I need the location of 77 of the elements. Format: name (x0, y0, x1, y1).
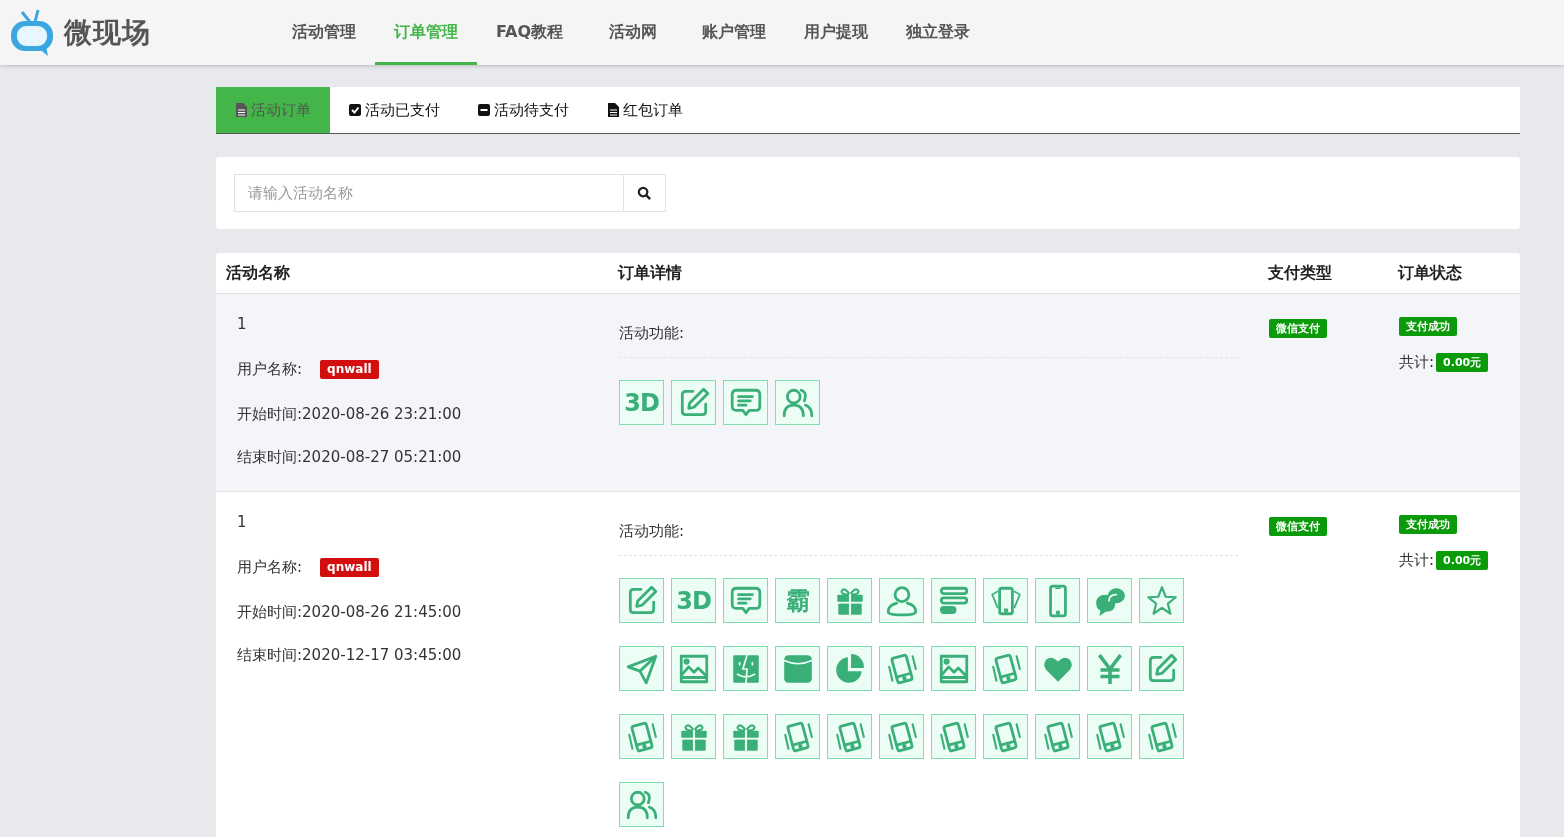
tilted-phone-icon (983, 714, 1028, 759)
tilted-phone-icon (827, 714, 872, 759)
order-id: 1 (237, 316, 248, 332)
search-button[interactable] (624, 174, 666, 212)
tilted-phone-icon (619, 714, 664, 759)
start-time: 开始时间:2020-08-26 21:45:00 (237, 604, 463, 620)
nav-tab[interactable]: 独立登录 (887, 3, 990, 65)
face-icon (723, 646, 768, 691)
phone-icon (1035, 578, 1080, 623)
edit-icon (671, 380, 716, 425)
file-icon (235, 103, 247, 117)
user-icon (879, 578, 924, 623)
column-header: 订单状态 (1396, 262, 1463, 284)
tilted-phone-icon (1087, 714, 1132, 759)
user-label: 用户名称: (237, 361, 303, 377)
yen-icon (1087, 646, 1132, 691)
total-amount: 0.00元 (1436, 551, 1489, 570)
search-icon (637, 185, 652, 201)
user-badge: qnwall (320, 359, 379, 379)
user-badge: qnwall (320, 557, 379, 577)
order-tab[interactable]: 活动已支付 (330, 87, 459, 133)
tilted-phone-icon (931, 714, 976, 759)
search-field[interactable]: 请输入活动名称 (234, 174, 624, 212)
status-badge: 支付成功 (1399, 515, 1457, 534)
logo-text: 微现场 (64, 14, 151, 51)
order-tab[interactable]: 红包订单 (588, 87, 702, 133)
status-badge: 支付成功 (1399, 317, 1457, 336)
column-header: 活动名称 (225, 262, 291, 284)
features-label: 活动功能: (619, 522, 1238, 556)
tilted-phone-icon (1035, 714, 1080, 759)
phones-icon (983, 578, 1028, 623)
edit-icon (619, 578, 664, 623)
glyph-icon: 3D (619, 380, 664, 425)
payment-type-badge: 微信支付 (1269, 319, 1327, 338)
features-label: 活动功能: (619, 324, 1238, 358)
users-icon (619, 782, 664, 827)
column-header: 支付类型 (1267, 262, 1333, 284)
chat-icon (723, 380, 768, 425)
user-label: 用户名称: (237, 559, 303, 575)
minus-icon (478, 103, 490, 117)
gift-icon (723, 714, 768, 759)
wallet-icon (775, 646, 820, 691)
nav-tab[interactable]: 活动管理 (273, 3, 375, 65)
chat-icon (723, 578, 768, 623)
end-time: 结束时间:2020-08-27 05:21:00 (237, 449, 463, 465)
order-id: 1 (237, 514, 248, 530)
tilted-phone-icon (879, 714, 924, 759)
payment-type-badge: 微信支付 (1269, 517, 1327, 536)
glyph-icon: 霸 (775, 578, 820, 623)
image-icon (671, 646, 716, 691)
total-label: 共计: (1399, 353, 1435, 372)
gift-icon (671, 714, 716, 759)
gift-icon (827, 578, 872, 623)
nav-tab[interactable]: 活动网 (582, 3, 684, 65)
nav-tab[interactable]: 用户提现 (785, 3, 888, 65)
tilted-phone-icon (983, 646, 1028, 691)
nav-tab[interactable]: FAQ教程 (477, 3, 583, 65)
paper-plane-icon (619, 646, 664, 691)
tilted-phone-icon (1139, 714, 1184, 759)
image-icon (931, 646, 976, 691)
bars-icon (931, 578, 976, 623)
glyph-icon: 3D (671, 578, 716, 623)
tilted-phone-icon (775, 714, 820, 759)
total-amount: 0.00元 (1436, 353, 1489, 372)
checkbox-icon (349, 103, 361, 117)
edit-icon (1139, 646, 1184, 691)
speech-bubbles-icon (1087, 578, 1132, 623)
order-tab[interactable]: 活动待支付 (459, 87, 588, 133)
column-header: 订单详情 (616, 262, 683, 284)
nav-tab[interactable]: 账户管理 (683, 3, 786, 65)
pie-chart-icon (827, 646, 872, 691)
file-icon (607, 103, 619, 117)
start-time: 开始时间:2020-08-26 23:21:00 (237, 406, 463, 422)
users-icon (775, 380, 820, 425)
total-label: 共计: (1399, 551, 1435, 570)
end-time: 结束时间:2020-12-17 03:45:00 (237, 647, 463, 663)
tilted-phone-icon (879, 646, 924, 691)
